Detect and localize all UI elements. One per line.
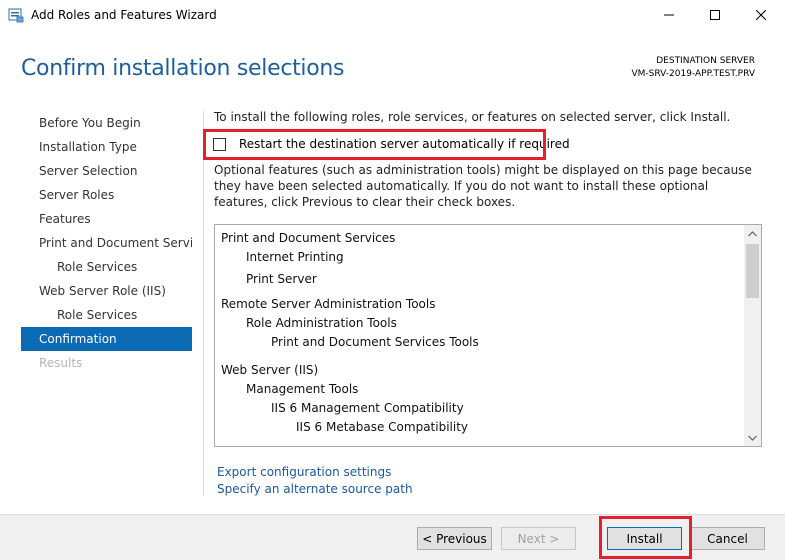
nav-item-installation-type[interactable]: Installation Type [21, 135, 192, 159]
list-scrollbar[interactable] [744, 225, 761, 446]
previous-button[interactable]: < Previous [417, 527, 492, 550]
chevron-down-icon [748, 435, 757, 441]
selections-listbox[interactable]: Print and Document Services Internet Pri… [214, 224, 762, 447]
minimize-button[interactable] [646, 0, 692, 30]
list-item: Management Tools [246, 382, 359, 396]
next-button: Next > [501, 527, 576, 550]
title-bar: Add Roles and Features Wizard [0, 0, 785, 30]
destination-server-name: VM-SRV-2019-APP.TEST.PRV [631, 69, 755, 79]
wizard-footer: < Previous Next > Install Cancel [0, 514, 785, 560]
intro-text: To install the following roles, role ser… [214, 110, 731, 124]
nav-item-server-roles[interactable]: Server Roles [21, 183, 192, 207]
minimize-icon [664, 14, 674, 16]
nav-item-web-role-services[interactable]: Role Services [21, 303, 192, 327]
list-item: Remote Server Administration Tools [221, 297, 436, 311]
close-button[interactable] [738, 0, 784, 30]
cancel-button[interactable]: Cancel [690, 527, 765, 550]
list-item: Role Administration Tools [246, 316, 397, 330]
export-configuration-link[interactable]: Export configuration settings [217, 465, 391, 479]
nav-item-print-role-services[interactable]: Role Services [21, 255, 192, 279]
nav-item-before-you-begin[interactable]: Before You Begin [21, 111, 192, 135]
install-highlight-box [599, 516, 692, 559]
wizard-nav: Before You Begin Installation Type Serve… [21, 111, 192, 375]
maximize-icon [710, 10, 720, 20]
alternate-source-path-link[interactable]: Specify an alternate source path [217, 482, 413, 496]
list-item: IIS 6 Management Compatibility [271, 401, 464, 415]
scroll-up-button[interactable] [744, 225, 761, 242]
nav-item-web-server-role[interactable]: Web Server Role (IIS) [21, 279, 192, 303]
nav-item-features[interactable]: Features [21, 207, 192, 231]
list-item: Internet Printing [246, 250, 344, 264]
nav-item-results: Results [39, 356, 83, 370]
scroll-down-button[interactable] [744, 429, 761, 446]
scroll-thumb[interactable] [746, 244, 759, 298]
close-icon [756, 10, 766, 20]
chevron-up-icon [748, 230, 757, 236]
list-item: Print and Document Services [221, 231, 396, 245]
window-title: Add Roles and Features Wizard [31, 8, 217, 22]
nav-item-print-document-services[interactable]: Print and Document Servi... [21, 231, 192, 255]
nav-item-server-selection[interactable]: Server Selection [21, 159, 192, 183]
list-item: IIS 6 Metabase Compatibility [296, 420, 469, 434]
page-title: Confirm installation selections [21, 56, 345, 81]
list-item: Web Server (IIS) [221, 363, 319, 377]
destination-server-label: DESTINATION SERVER [656, 56, 755, 66]
nav-divider [203, 111, 204, 496]
restart-highlight-box [203, 129, 546, 160]
list-item: Print and Document Services Tools [271, 335, 479, 349]
maximize-button[interactable] [692, 0, 738, 30]
server-manager-icon [8, 7, 24, 23]
nav-item-confirmation[interactable]: Confirmation [21, 327, 192, 351]
optional-features-text: Optional features (such as administratio… [214, 163, 752, 209]
list-item: Print Server [246, 272, 317, 286]
